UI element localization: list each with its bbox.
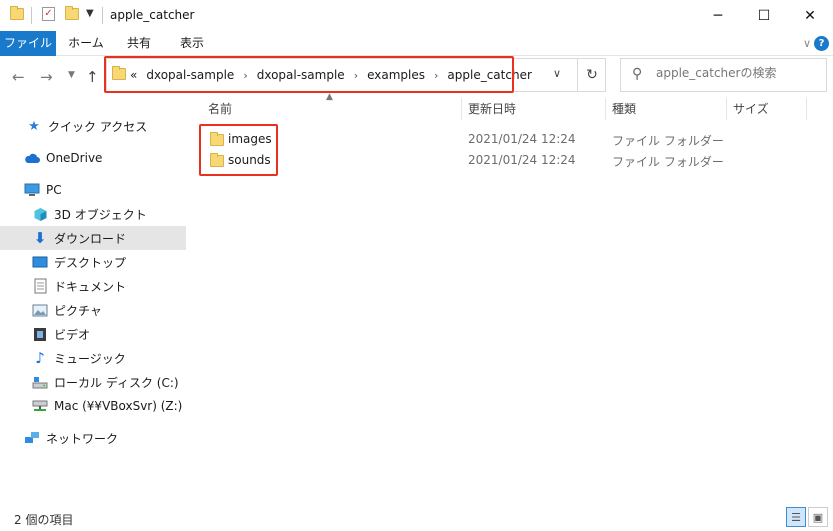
ribbon: ファイル ホーム 共有 表示 ∨ ? <box>0 31 833 56</box>
document-icon <box>32 278 48 294</box>
sidebar-item-desktop[interactable]: デスクトップ <box>0 250 186 274</box>
sidebar-item-label: ネットワーク <box>46 431 119 446</box>
sidebar-item-label: ダウンロード <box>54 231 127 246</box>
video-icon <box>32 326 48 342</box>
file-type: ファイル フォルダー <box>612 155 724 169</box>
sidebar-item-label: 3D オブジェクト <box>54 207 147 222</box>
tab-view[interactable]: 表示 <box>168 31 216 56</box>
help-icon[interactable]: ? <box>814 36 829 51</box>
divider <box>31 7 32 24</box>
table-row[interactable]: images 2021/01/24 12:24 ファイル フォルダー <box>200 129 820 150</box>
sidebar-item-label: クイック アクセス <box>48 119 148 134</box>
up-button[interactable]: ↑ <box>86 68 99 86</box>
column-divider[interactable] <box>461 98 462 120</box>
table-row[interactable]: sounds 2021/01/24 12:24 ファイル フォルダー <box>200 150 820 171</box>
column-header-name[interactable]: 名前 <box>208 100 232 117</box>
folder-icon <box>10 6 24 20</box>
window-title: apple_catcher <box>110 8 195 22</box>
files-highlight-box <box>199 124 278 176</box>
search-input[interactable] <box>656 66 821 80</box>
star-icon: ★ <box>28 118 40 134</box>
sidebar-item-label: OneDrive <box>46 151 103 165</box>
sidebar-item-videos[interactable]: ビデオ <box>0 322 186 346</box>
sidebar-item-onedrive[interactable]: OneDrive <box>0 146 186 170</box>
cloud-icon <box>24 150 40 166</box>
column-divider[interactable] <box>806 98 807 120</box>
expand-ribbon-icon[interactable]: ∨ <box>803 37 811 50</box>
music-icon: ♪ <box>35 349 45 367</box>
minimize-button[interactable]: ─ <box>695 0 741 31</box>
disk-icon <box>32 374 48 390</box>
properties-icon[interactable]: ✓ <box>42 7 55 21</box>
recent-locations-icon[interactable]: ▼ <box>68 70 75 80</box>
close-button[interactable]: ✕ <box>787 0 833 31</box>
customize-toolbar-icon[interactable]: ▼ <box>86 8 94 19</box>
divider <box>102 7 103 24</box>
new-folder-icon[interactable] <box>65 6 79 20</box>
sidebar-item-label: デスクトップ <box>54 255 127 270</box>
column-header-date[interactable]: 更新日時 <box>468 100 516 117</box>
sidebar-item-documents[interactable]: ドキュメント <box>0 274 186 298</box>
desktop-icon <box>32 254 48 270</box>
file-date: 2021/01/24 12:24 <box>468 153 576 167</box>
forward-button[interactable]: → <box>40 68 53 86</box>
cube-icon <box>32 206 48 222</box>
sidebar-item-label: Mac (¥¥VBoxSvr) (Z:) <box>54 399 183 413</box>
network-drive-icon <box>32 398 48 414</box>
column-divider[interactable] <box>726 98 727 120</box>
details-view-button[interactable]: ☰ <box>786 507 806 527</box>
title-bar: ✓ ▼ apple_catcher ─ ☐ ✕ <box>0 0 833 31</box>
maximize-button[interactable]: ☐ <box>741 0 787 31</box>
file-type: ファイル フォルダー <box>612 134 724 148</box>
back-button[interactable]: ← <box>12 68 25 86</box>
network-icon <box>24 430 40 446</box>
sidebar-item-pc[interactable]: PC <box>0 178 186 202</box>
computer-icon <box>24 182 40 198</box>
sidebar-item-label: ミュージック <box>54 351 126 366</box>
sidebar-item-music[interactable]: ♪ ミュージック <box>0 346 186 370</box>
sidebar-item-local-disk[interactable]: ローカル ディスク (C:) <box>0 370 186 394</box>
navigation-pane: ★ クイック アクセス OneDrive PC 3D オブジェクト ⬇ ダウンロ… <box>0 96 186 504</box>
sidebar-item-3d-objects[interactable]: 3D オブジェクト <box>0 202 186 226</box>
picture-icon <box>32 302 48 318</box>
sidebar-item-label: ビデオ <box>54 327 91 342</box>
tab-share[interactable]: 共有 <box>116 31 162 56</box>
tab-file[interactable]: ファイル <box>0 31 56 56</box>
sidebar-item-network[interactable]: ネットワーク <box>0 426 186 450</box>
sidebar-item-label: ローカル ディスク (C:) <box>54 375 179 390</box>
column-header-size[interactable]: サイズ <box>733 100 769 117</box>
tab-home[interactable]: ホーム <box>62 31 110 56</box>
address-highlight-box <box>104 56 514 93</box>
status-item-count: 2 個の項目 <box>14 513 74 527</box>
sidebar-item-quick-access[interactable]: ★ クイック アクセス <box>0 114 186 138</box>
sidebar-item-pictures[interactable]: ピクチャ <box>0 298 186 322</box>
column-divider[interactable] <box>605 98 606 120</box>
sidebar-item-label: ピクチャ <box>54 303 102 318</box>
search-icon: ⚲ <box>632 66 643 82</box>
sidebar-item-label: PC <box>46 183 62 197</box>
sidebar-item-downloads[interactable]: ⬇ ダウンロード <box>0 226 186 250</box>
sidebar-item-label: ドキュメント <box>54 279 127 294</box>
sidebar-item-mac-share[interactable]: Mac (¥¥VBoxSvr) (Z:) <box>0 394 186 418</box>
large-icons-view-button[interactable]: ▣ <box>808 507 828 527</box>
download-icon: ⬇ <box>33 229 47 247</box>
chevron-down-icon[interactable]: ∨ <box>553 67 561 80</box>
sort-ascending-icon: ▲ <box>326 92 333 102</box>
column-header-type[interactable]: 種類 <box>612 100 636 117</box>
file-date: 2021/01/24 12:24 <box>468 132 576 146</box>
refresh-button[interactable]: ↻ <box>577 58 606 92</box>
